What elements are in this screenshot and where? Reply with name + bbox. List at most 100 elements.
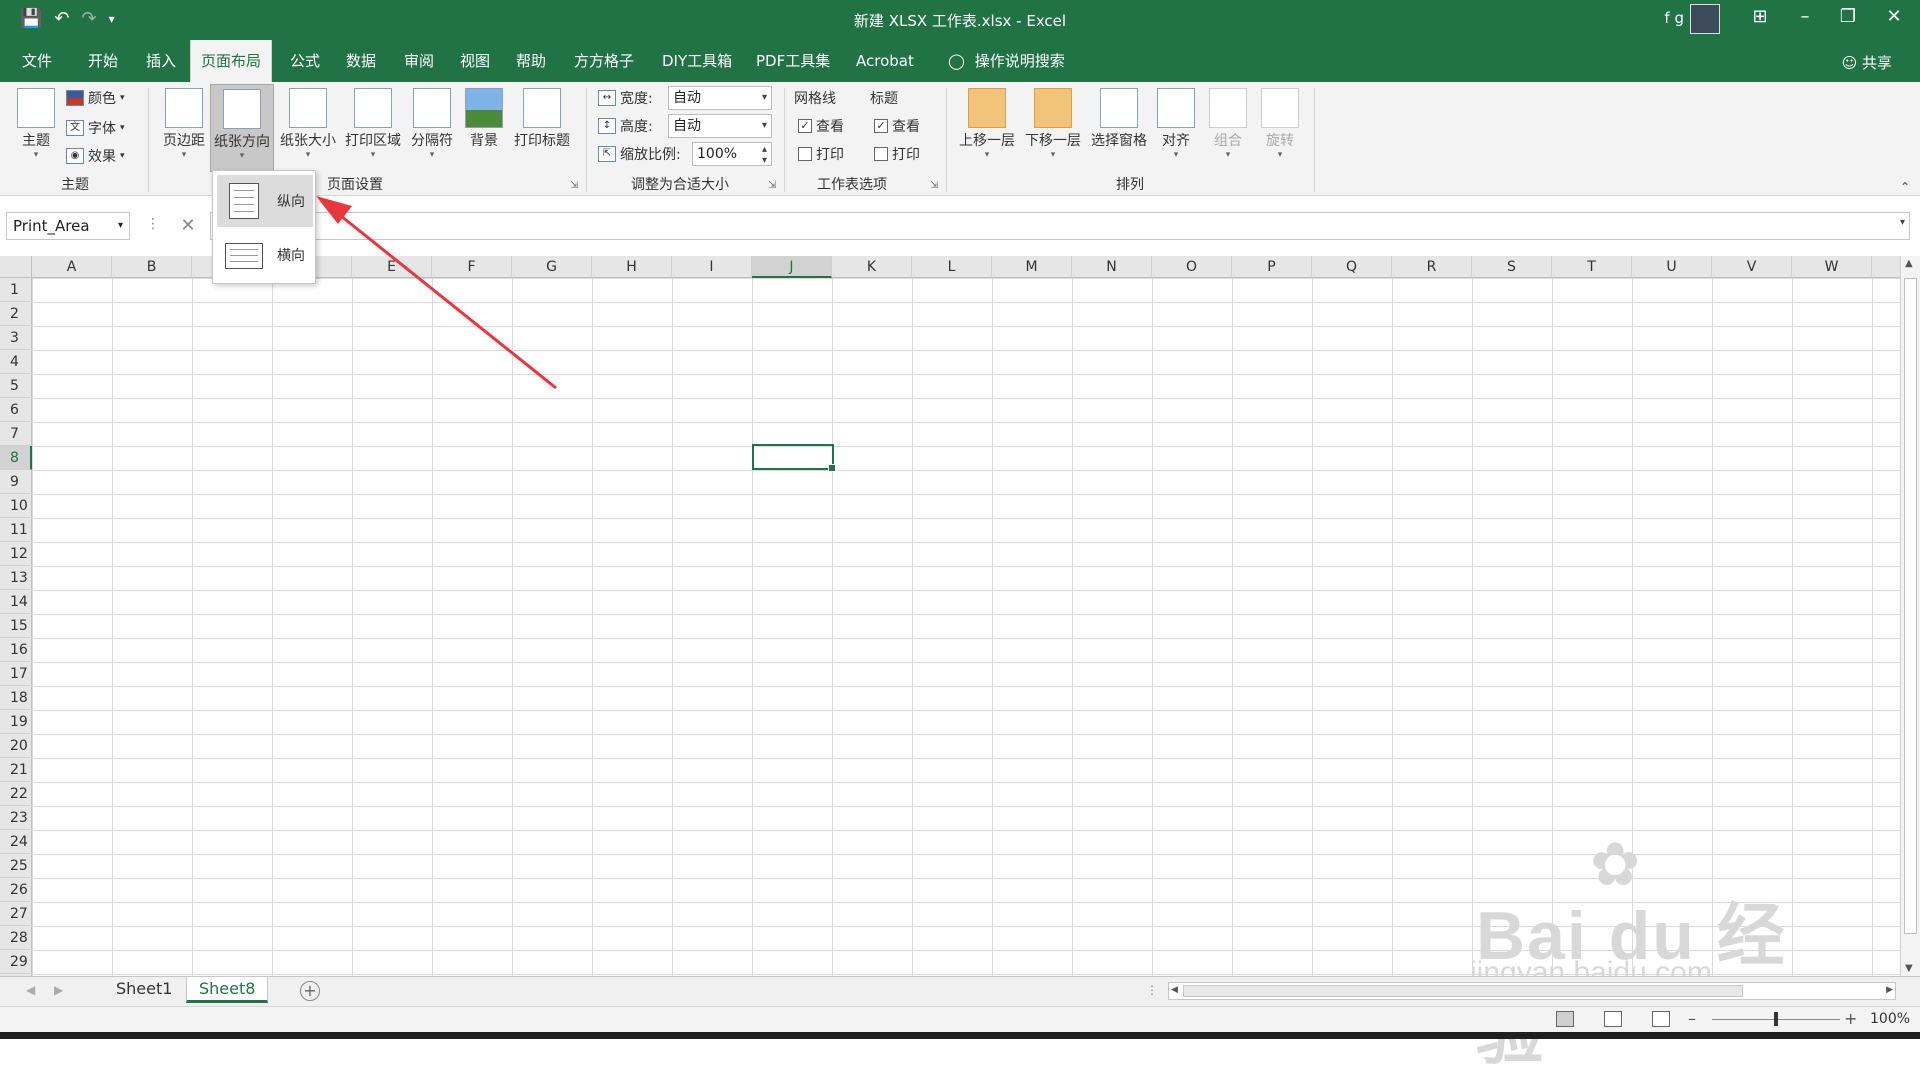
align-button[interactable]: 对齐 ▾: [1156, 88, 1196, 160]
scale-stepper[interactable]: 100% ▴ ▾: [692, 142, 772, 166]
menu-item-landscape[interactable]: 横向: [217, 229, 313, 281]
row-header[interactable]: 10: [0, 494, 32, 518]
row-header[interactable]: 17: [0, 662, 32, 686]
spinner-icon[interactable]: ▴ ▾: [762, 144, 767, 166]
row-header[interactable]: 7: [0, 422, 32, 446]
column-header[interactable]: H: [592, 256, 672, 278]
expand-formula-icon[interactable]: ▾: [1900, 217, 1905, 228]
row-header[interactable]: 4: [0, 350, 32, 374]
sheet-next-icon[interactable]: ▶: [54, 983, 63, 997]
ribbon-display-icon[interactable]: ⊞: [1740, 6, 1780, 27]
row-header[interactable]: 23: [0, 806, 32, 830]
share-button[interactable]: ☺ 共享: [1842, 52, 1892, 73]
column-header[interactable]: P: [1232, 256, 1312, 278]
sheet-tab-sheet8[interactable]: Sheet8: [186, 977, 269, 1003]
select-all-corner[interactable]: [0, 256, 32, 278]
page-setup-launcher-icon[interactable]: ⇲: [570, 180, 578, 191]
send-backward-button[interactable]: 下移一层 ▾: [1022, 88, 1084, 160]
tab-review[interactable]: 审阅: [400, 40, 438, 82]
tab-file[interactable]: 文件: [18, 40, 56, 82]
column-header[interactable]: U: [1632, 256, 1712, 278]
scroll-thumb[interactable]: [1183, 985, 1743, 997]
row-header[interactable]: 29: [0, 950, 32, 974]
column-header[interactable]: V: [1712, 256, 1792, 278]
vertical-scrollbar[interactable]: ▲ ▼: [1900, 256, 1920, 976]
formula-input[interactable]: ▾: [210, 212, 1910, 240]
size-button[interactable]: 纸张大小 ▾: [278, 88, 338, 160]
margins-button[interactable]: 页边距 ▾: [160, 88, 208, 160]
row-header[interactable]: 11: [0, 518, 32, 542]
column-header[interactable]: R: [1392, 256, 1472, 278]
row-header[interactable]: 28: [0, 926, 32, 950]
page-layout-view-icon[interactable]: [1604, 1011, 1622, 1027]
column-header[interactable]: I: [672, 256, 752, 278]
column-header[interactable]: L: [912, 256, 992, 278]
tab-diy-toolbox[interactable]: DIY工具箱: [658, 40, 736, 82]
row-header[interactable]: 12: [0, 542, 32, 566]
row-header[interactable]: 26: [0, 878, 32, 902]
column-header[interactable]: K: [832, 256, 912, 278]
page-break-view-icon[interactable]: [1652, 1011, 1670, 1027]
row-header[interactable]: 13: [0, 566, 32, 590]
row-header[interactable]: 5: [0, 374, 32, 398]
selection-pane-button[interactable]: 选择窗格: [1088, 88, 1150, 150]
minimize-icon[interactable]: –: [1785, 6, 1825, 27]
user-name[interactable]: f g: [1664, 9, 1684, 27]
tab-acrobat[interactable]: Acrobat: [852, 40, 918, 82]
sheet-tab-sheet1[interactable]: Sheet1: [104, 977, 184, 1003]
tab-view[interactable]: 视图: [456, 40, 494, 82]
scroll-right-icon[interactable]: ▶: [1886, 985, 1893, 995]
headings-view-checkbox[interactable]: ✓ 查看: [874, 116, 920, 136]
orientation-button[interactable]: 纸张方向 ▾: [210, 84, 274, 172]
tab-fangfang[interactable]: 方方格子: [570, 40, 638, 82]
fonts-button[interactable]: 文 字体 ▾: [66, 118, 125, 138]
sheet-options-launcher-icon[interactable]: ⇲: [930, 180, 938, 191]
row-header[interactable]: 15: [0, 614, 32, 638]
row-header[interactable]: 25: [0, 854, 32, 878]
tab-page-layout[interactable]: 页面布局: [190, 40, 273, 82]
row-header[interactable]: 9: [0, 470, 32, 494]
tab-formulas[interactable]: 公式: [286, 40, 324, 82]
row-header[interactable]: 2: [0, 302, 32, 326]
horizontal-scrollbar[interactable]: ◀ ▶: [1168, 982, 1896, 1000]
scale-launcher-icon[interactable]: ⇲: [768, 180, 776, 191]
row-header[interactable]: 20: [0, 734, 32, 758]
row-header[interactable]: 8: [0, 446, 32, 470]
bring-forward-button[interactable]: 上移一层 ▾: [956, 88, 1018, 160]
row-header[interactable]: 6: [0, 398, 32, 422]
rotate-button[interactable]: 旋转 ▾: [1260, 88, 1300, 160]
column-header[interactable]: O: [1152, 256, 1232, 278]
colors-button[interactable]: 颜色 ▾: [66, 88, 125, 108]
width-select[interactable]: 自动 ▾: [668, 86, 772, 110]
row-header[interactable]: 3: [0, 326, 32, 350]
menu-item-portrait[interactable]: 纵向: [217, 175, 313, 227]
column-header[interactable]: N: [1072, 256, 1152, 278]
effects-button[interactable]: ◉ 效果 ▾: [66, 146, 125, 166]
scroll-up-icon[interactable]: ▲: [1905, 258, 1913, 269]
column-header[interactable]: F: [432, 256, 512, 278]
active-cell[interactable]: [752, 444, 836, 472]
headings-print-checkbox[interactable]: 打印: [874, 144, 920, 164]
collapse-ribbon-icon[interactable]: ⌃: [1900, 180, 1910, 194]
row-header[interactable]: 21: [0, 758, 32, 782]
row-header[interactable]: 1: [0, 278, 32, 302]
row-header[interactable]: 27: [0, 902, 32, 926]
split-handle-icon[interactable]: ⋮: [1146, 983, 1158, 997]
row-header[interactable]: 22: [0, 782, 32, 806]
restore-icon[interactable]: ❐: [1828, 6, 1868, 27]
column-header[interactable]: A: [32, 256, 112, 278]
row-header[interactable]: 14: [0, 590, 32, 614]
zoom-slider-thumb[interactable]: [1774, 1012, 1778, 1026]
height-select[interactable]: 自动 ▾: [668, 114, 772, 138]
close-icon[interactable]: ✕: [1874, 6, 1914, 27]
row-header[interactable]: 19: [0, 710, 32, 734]
column-header[interactable]: J: [752, 256, 832, 278]
column-header[interactable]: B: [112, 256, 192, 278]
themes-button[interactable]: 主题 ▾: [14, 88, 58, 160]
print-area-button[interactable]: 打印区域 ▾: [342, 88, 404, 160]
cancel-entry-button[interactable]: ✕: [170, 212, 206, 240]
name-box[interactable]: Print_Area ▾: [6, 212, 130, 240]
avatar[interactable]: [1690, 4, 1720, 34]
add-sheet-button[interactable]: +: [300, 981, 320, 1001]
zoom-in-button[interactable]: +: [1844, 1009, 1857, 1028]
